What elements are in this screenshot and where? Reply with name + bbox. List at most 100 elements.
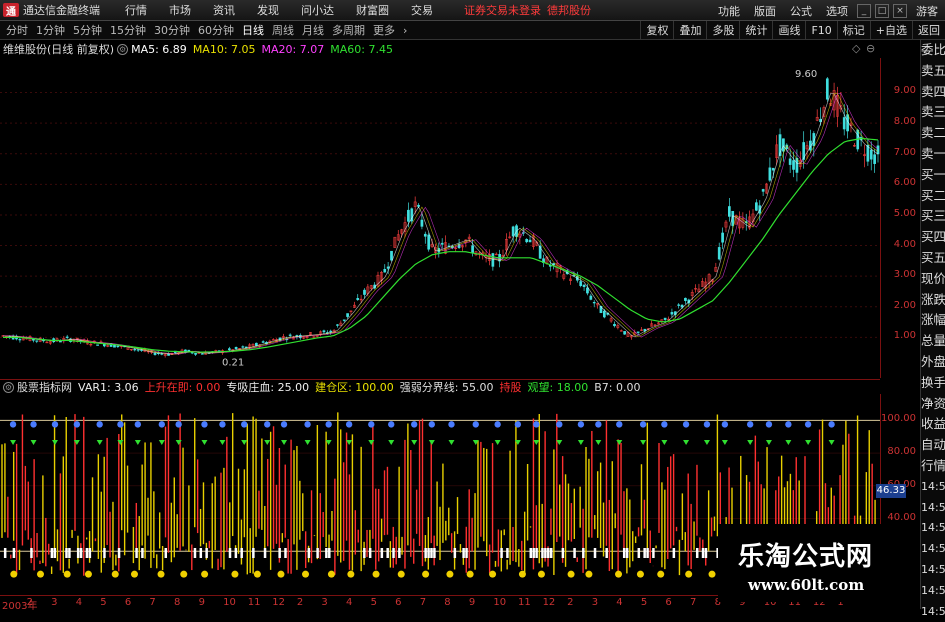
settings-icon[interactable]: ⚙ xyxy=(117,43,129,55)
menu-item-trade[interactable]: 交易 xyxy=(411,2,433,18)
period-monthly[interactable]: 月线 xyxy=(302,22,324,38)
close-icon[interactable]: × xyxy=(893,3,907,18)
minimize-icon[interactable]: _ xyxy=(857,3,871,18)
side-item-15[interactable]: 外盘 xyxy=(921,352,945,373)
menu-item-news[interactable]: 资讯 xyxy=(213,2,235,18)
side-item-26[interactable]: 14:50 xyxy=(921,581,945,602)
side-item-23[interactable]: 14:50 xyxy=(921,518,945,539)
side-item-0[interactable]: 委比 xyxy=(921,40,945,61)
indicator-current-value: 46.33 xyxy=(876,484,906,498)
side-item-13[interactable]: 涨幅 xyxy=(921,310,945,331)
menu-bar: 通 通达信金融终端 行情 市场 资讯 发现 问小达 财富圈 交易 证券交易未登录… xyxy=(0,0,945,21)
green-triangle-marker xyxy=(785,440,792,445)
multi-stock-button[interactable]: 多股 xyxy=(706,21,739,40)
period-intraday[interactable]: 分时 xyxy=(6,22,28,38)
indicator-white-bar xyxy=(68,548,71,558)
date-tick-label: 4 xyxy=(346,597,353,608)
indicator-name[interactable]: 股票指标网 xyxy=(17,379,72,395)
side-item-5[interactable]: 卖一 xyxy=(921,144,945,165)
period-60min[interactable]: 60分钟 xyxy=(198,22,234,38)
side-item-14[interactable]: 总量 xyxy=(921,331,945,352)
side-item-6[interactable]: 买一 xyxy=(921,165,945,186)
side-item-16[interactable]: 换手 xyxy=(921,373,945,394)
side-item-7[interactable]: 买二 xyxy=(921,186,945,207)
date-tick-label: 9 xyxy=(468,597,476,608)
chevron-right-icon[interactable]: › xyxy=(403,24,407,37)
period-1min[interactable]: 1分钟 xyxy=(36,22,65,38)
period-30min[interactable]: 30分钟 xyxy=(154,22,190,38)
blue-signal-marker xyxy=(428,421,436,428)
indicator-white-bar xyxy=(76,548,80,558)
side-item-19[interactable]: 自动 xyxy=(921,435,945,456)
broker-name[interactable]: 德邦股份 xyxy=(547,2,591,18)
side-item-24[interactable]: 14:50 xyxy=(921,539,945,560)
side-item-21[interactable]: 14:50 xyxy=(921,477,945,498)
menu-formula[interactable]: 公式 xyxy=(790,3,812,19)
period-multi[interactable]: 多周期 xyxy=(332,22,365,38)
side-item-1[interactable]: 卖五 xyxy=(921,61,945,82)
menu-options[interactable]: 选项 xyxy=(826,3,848,19)
side-item-2[interactable]: 卖四 xyxy=(921,82,945,103)
indicator-white-bar xyxy=(263,548,267,558)
ma5-value: MA5: 6.89 xyxy=(131,42,187,56)
menu-function[interactable]: 功能 xyxy=(718,3,740,19)
side-item-9[interactable]: 买四 xyxy=(921,227,945,248)
collapse-icon[interactable]: ⊖ xyxy=(866,42,875,55)
side-item-4[interactable]: 卖二 xyxy=(921,123,945,144)
candle-body xyxy=(782,138,785,152)
indicator-settings-icon[interactable]: ⚙ xyxy=(3,381,14,393)
side-item-3[interactable]: 卖三 xyxy=(921,102,945,123)
period-15min[interactable]: 15分钟 xyxy=(110,22,146,38)
side-item-10[interactable]: 买五 xyxy=(921,248,945,269)
statistics-button[interactable]: 统计 xyxy=(739,21,772,40)
side-item-22[interactable]: 14:50 xyxy=(921,498,945,519)
date-tick-label: 5 xyxy=(100,597,107,608)
side-item-18[interactable]: 收益 xyxy=(921,414,945,435)
yellow-smiley-marker xyxy=(615,570,623,578)
side-item-25[interactable]: 14:50 xyxy=(921,560,945,581)
restore-rights-button[interactable]: 复权 xyxy=(640,21,673,40)
draw-line-button[interactable]: 画线 xyxy=(772,21,805,40)
indicator-white-bar xyxy=(103,548,106,558)
overlay-button[interactable]: 叠加 xyxy=(673,21,706,40)
indicator-white-bar xyxy=(117,548,121,558)
side-item-11[interactable]: 现价 xyxy=(921,269,945,290)
price-chart[interactable]: 9.60 0.21 xyxy=(0,58,880,376)
candle-body xyxy=(511,226,515,237)
blue-signal-marker xyxy=(472,421,479,428)
add-watchlist-button[interactable]: +自选 xyxy=(869,21,912,40)
indicator-white-bar xyxy=(252,548,255,558)
candle-body xyxy=(241,346,245,348)
side-item-17[interactable]: 净资 xyxy=(921,394,945,415)
menu-item-quote[interactable]: 行情 xyxy=(125,2,147,18)
diamond-icon[interactable]: ◇ xyxy=(852,42,860,55)
side-item-27[interactable]: 14:50 xyxy=(921,602,945,622)
side-item-8[interactable]: 买三 xyxy=(921,206,945,227)
period-weekly[interactable]: 周线 xyxy=(272,22,294,38)
trade-login-notice[interactable]: 证券交易未登录 xyxy=(464,2,541,18)
date-tick-label: 3 xyxy=(591,597,599,608)
menu-layout[interactable]: 版面 xyxy=(754,3,776,19)
back-button[interactable]: 返回 xyxy=(912,21,945,40)
period-more[interactable]: 更多 xyxy=(373,22,395,38)
blue-signal-marker xyxy=(577,421,585,428)
indicator-white-bar xyxy=(622,548,626,558)
period-5min[interactable]: 5分钟 xyxy=(73,22,102,38)
menu-item-ask[interactable]: 问小达 xyxy=(301,2,334,18)
guest-login[interactable]: 游客 xyxy=(916,3,938,19)
menu-item-discover[interactable]: 发现 xyxy=(257,2,279,18)
price-axis: 9.00 8.00 7.00 6.00 5.00 4.00 3.00 2.00 1.00 xyxy=(880,58,920,378)
blue-signal-marker xyxy=(175,421,182,428)
blue-signal-marker xyxy=(345,421,353,428)
mark-button[interactable]: 标记 xyxy=(836,21,870,40)
menu-item-market[interactable]: 市场 xyxy=(169,2,191,18)
f10-button[interactable]: F10 xyxy=(805,21,836,40)
indicator-white-bar xyxy=(193,548,197,558)
green-triangle-marker xyxy=(134,440,141,445)
maximize-icon[interactable]: □ xyxy=(875,3,889,18)
side-item-12[interactable]: 涨跌 xyxy=(921,290,945,311)
menu-item-wealth[interactable]: 财富圈 xyxy=(356,2,389,18)
period-daily[interactable]: 日线 xyxy=(242,22,264,38)
side-item-20[interactable]: 行情 xyxy=(921,456,945,477)
yellow-smiley-marker xyxy=(231,570,239,578)
